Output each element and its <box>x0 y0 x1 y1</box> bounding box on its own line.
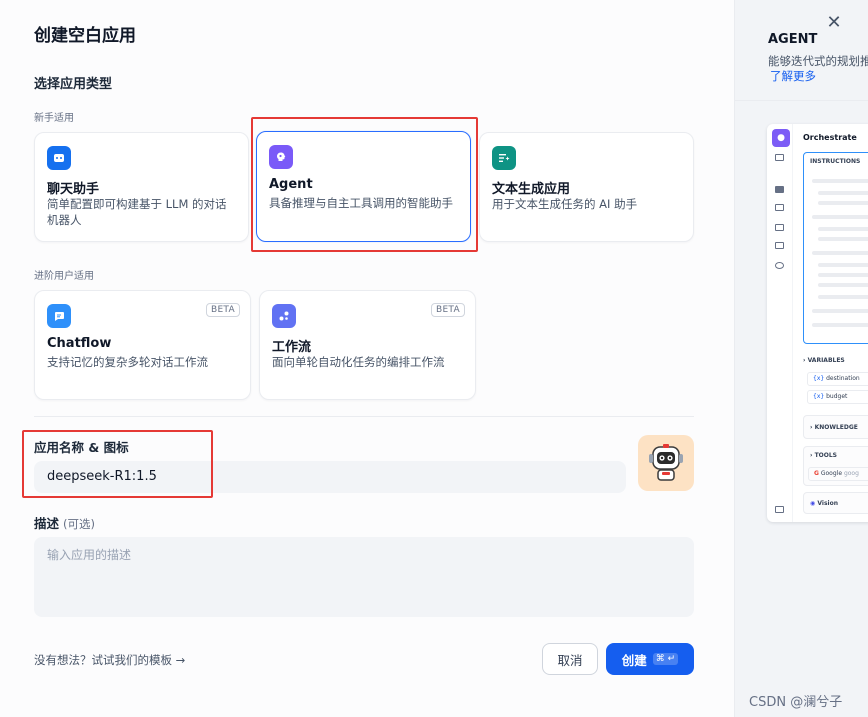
app-desc-textarea[interactable]: 输入应用的描述 <box>34 537 694 617</box>
app-type-title: 工作流 <box>272 340 312 355</box>
csdn-watermark: CSDN @澜兮子 <box>749 695 843 710</box>
app-name-input[interactable]: deepseek-R1:1.5 <box>34 461 626 493</box>
mock-robot-icon: ● <box>772 129 790 147</box>
template-link[interactable]: 没有想法？试试我们的模板 → <box>34 652 185 668</box>
mock-sidebar: ● <box>767 124 793 522</box>
mock-orchestrate-title: Orchestrate <box>803 133 857 142</box>
chatflow-icon <box>47 304 71 328</box>
app-type-desc: 具备推理与自主工具调用的智能助手 <box>269 196 453 210</box>
mock-instructions-label: INSTRUCTIONS <box>810 158 861 165</box>
section-divider <box>34 416 694 417</box>
advanced-label: 进阶用户适用 <box>34 271 94 282</box>
mock-variable-item: {x} budget <box>807 390 868 404</box>
app-type-agent-card[interactable]: Agent 具备推理与自主工具调用的智能助手 <box>256 131 471 242</box>
preview-divider <box>735 100 868 101</box>
mock-tools-box: › TOOLS G Google goog <box>803 446 868 486</box>
mock-orchestrate-icon <box>775 186 784 193</box>
mock-variable-item: {x} destination <box>807 372 868 386</box>
create-app-dialog: 创建空白应用 选择应用类型 新手适用 聊天助手 简单配置即可构建基于 LLM 的… <box>0 0 734 717</box>
preview-desc: 能够迭代式的规划推 <box>768 54 868 68</box>
app-type-workflow-card[interactable]: BETA 工作流 面向单轮自动化任务的编排工作流 <box>259 290 476 400</box>
agent-preview-mock: ● Orchestrate INSTRUCTIONS › VARIABLES {… <box>767 124 868 522</box>
mock-settings-icon <box>775 262 784 269</box>
app-type-chatflow-card[interactable]: BETA Chatflow 支持记忆的复杂多轮对话工作流 <box>34 290 251 400</box>
beta-badge: BETA <box>430 303 465 317</box>
create-shortcut-hint: ⌘ ↵ <box>652 653 679 665</box>
create-button[interactable]: 创建 ⌘ ↵ <box>606 643 694 675</box>
app-type-title: Agent <box>269 177 313 192</box>
app-type-title: Chatflow <box>47 336 112 351</box>
beginner-label: 新手适用 <box>34 113 74 124</box>
preview-panel: AGENT 能够迭代式的规划推 了解更多 ● Orchestrate INSTR… <box>734 0 868 717</box>
app-type-desc: 用于文本生成任务的 AI 助手 <box>492 197 638 211</box>
mock-doc-icon <box>775 224 784 231</box>
app-name-label: 应用名称 & 图标 <box>34 440 129 455</box>
app-icon-picker[interactable] <box>638 435 694 491</box>
app-type-chat-card[interactable]: 聊天助手 简单配置即可构建基于 LLM 的对话机器人 <box>34 132 249 242</box>
beta-badge: BETA <box>205 303 240 317</box>
close-icon: ✕ <box>826 11 842 33</box>
app-type-title: 文本生成应用 <box>492 182 571 197</box>
dialog-title: 创建空白应用 <box>34 26 136 46</box>
close-button[interactable]: ✕ <box>818 6 850 38</box>
mock-variables-label: › VARIABLES <box>803 357 845 364</box>
text-generator-icon <box>492 146 516 170</box>
app-type-desc: 简单配置即可构建基于 LLM 的对话机器人 <box>47 197 227 227</box>
app-type-desc: 面向单轮自动化任务的编排工作流 <box>272 355 445 369</box>
mock-terminal-icon <box>775 204 784 211</box>
workflow-icon <box>272 304 296 328</box>
mock-collapse-icon <box>775 506 784 513</box>
robot-avatar-icon <box>649 444 683 481</box>
app-type-desc: 支持记忆的复杂多轮对话工作流 <box>47 355 208 369</box>
app-type-title: 聊天助手 <box>47 182 100 197</box>
cancel-button[interactable]: 取消 <box>542 643 598 675</box>
mock-instructions-box: INSTRUCTIONS <box>803 152 868 344</box>
mock-vision-box: ◉ Vision <box>803 492 868 514</box>
agent-brain-icon <box>269 145 293 169</box>
desc-label: 描述 (可选) <box>34 516 95 531</box>
learn-more-link[interactable]: 了解更多 <box>770 68 816 84</box>
mock-swap-icon <box>775 154 784 161</box>
mock-knowledge-box: › KNOWLEDGE <box>803 415 868 439</box>
mock-tool-item: G Google goog <box>808 467 868 481</box>
app-type-completion-card[interactable]: 文本生成应用 用于文本生成任务的 AI 助手 <box>479 132 694 242</box>
preview-title: AGENT <box>768 32 818 47</box>
chat-bot-icon <box>47 146 71 170</box>
mock-monitor-icon <box>775 242 784 249</box>
type-section-title: 选择应用类型 <box>34 77 113 92</box>
